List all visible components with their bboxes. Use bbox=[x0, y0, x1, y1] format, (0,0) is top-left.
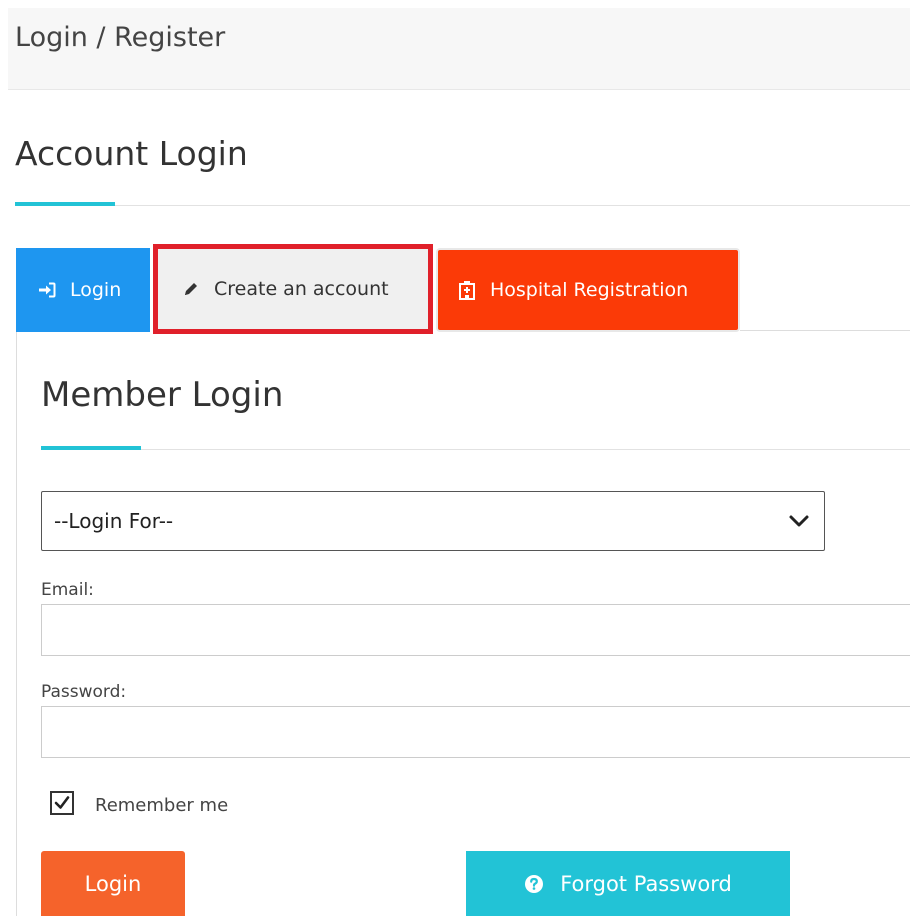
hospital-icon bbox=[458, 280, 476, 300]
remember-me-label: Remember me bbox=[95, 795, 229, 816]
pencil-icon bbox=[182, 280, 200, 298]
checkmark-icon bbox=[54, 796, 70, 809]
tab-hospital-registration[interactable]: Hospital Registration bbox=[436, 248, 740, 332]
title-accent-bar bbox=[15, 202, 115, 206]
login-button-label: Login bbox=[84, 871, 142, 896]
tab-create-account[interactable]: Create an account bbox=[153, 244, 433, 334]
title-divider bbox=[115, 205, 910, 206]
page: Login / Register Account Login Login Cre… bbox=[0, 0, 910, 916]
tab-create-account-label: Create an account bbox=[214, 278, 389, 300]
tab-hospital-registration-label: Hospital Registration bbox=[490, 279, 689, 301]
breadcrumb-bar: Login / Register bbox=[8, 8, 910, 90]
form-title-divider bbox=[141, 449, 910, 450]
form-title: Member Login bbox=[41, 375, 284, 415]
form-title-accent-bar bbox=[41, 446, 141, 450]
sign-in-icon bbox=[38, 282, 56, 298]
password-label: Password: bbox=[41, 682, 127, 702]
tab-bar-divider bbox=[740, 330, 910, 331]
email-label: Email: bbox=[41, 580, 94, 600]
login-for-value: --Login For-- bbox=[54, 509, 174, 533]
chevron-down-icon bbox=[788, 510, 810, 536]
login-button[interactable]: Login bbox=[41, 851, 185, 916]
page-title: Account Login bbox=[15, 134, 248, 173]
tab-login[interactable]: Login bbox=[16, 248, 150, 332]
email-field[interactable] bbox=[41, 604, 910, 656]
forgot-password-button[interactable]: Forgot Password bbox=[466, 851, 790, 916]
forgot-password-label: Forgot Password bbox=[560, 871, 732, 896]
tab-login-label: Login bbox=[70, 279, 122, 301]
breadcrumb-title: Login / Register bbox=[15, 22, 226, 53]
login-for-select[interactable]: --Login For-- bbox=[41, 491, 825, 551]
question-circle-icon bbox=[524, 874, 544, 894]
password-field[interactable] bbox=[41, 706, 910, 758]
remember-me-checkbox[interactable] bbox=[50, 791, 74, 815]
